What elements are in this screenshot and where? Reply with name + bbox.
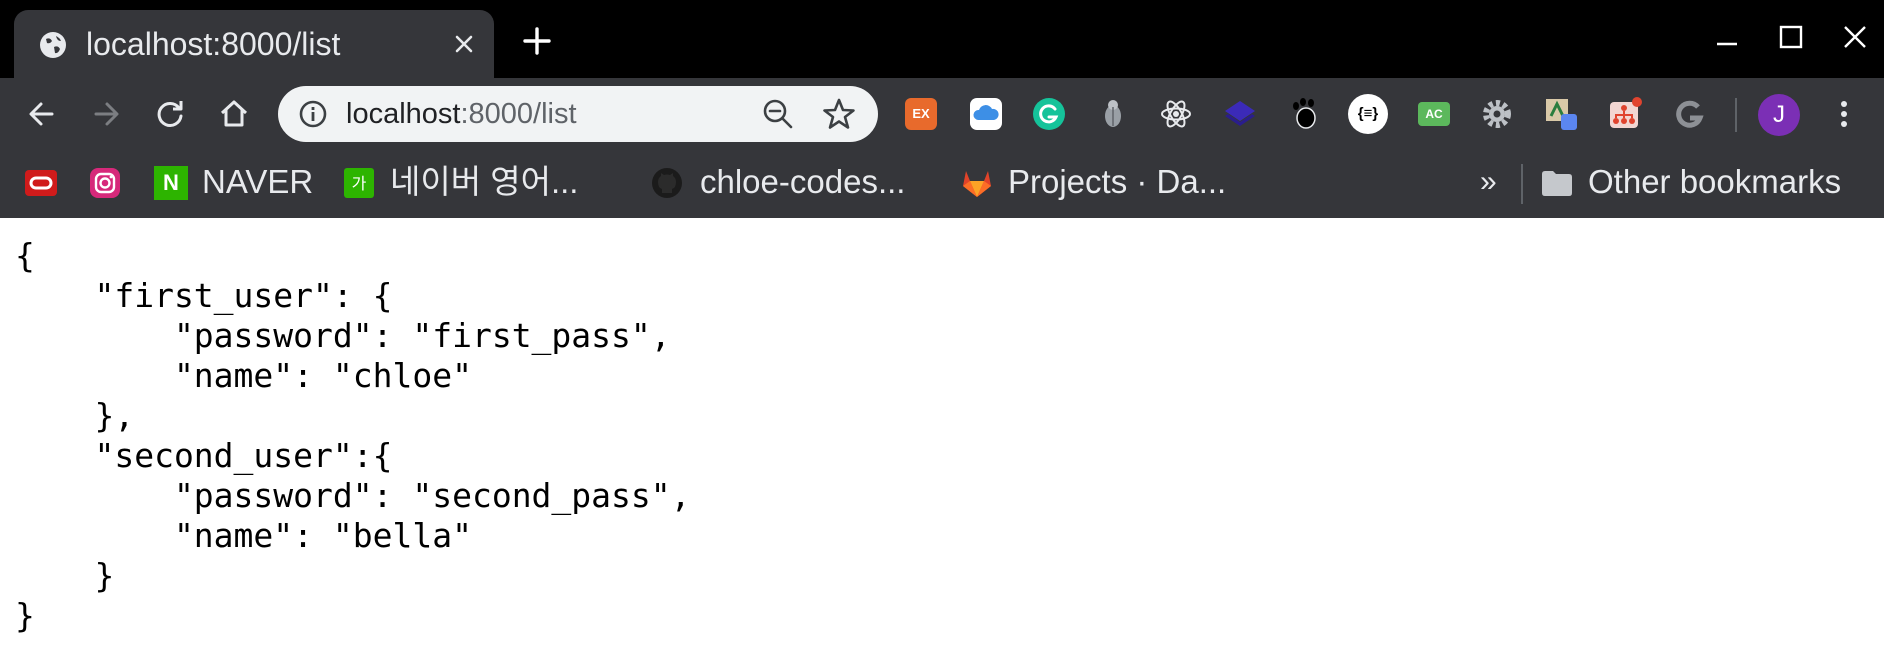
page-content: { "first_user": { "password": "first_pas… [0,218,1884,652]
grammarly-icon[interactable] [1031,96,1067,132]
bookmarks-bar: N NAVER 가 네이버 영어... chloe-codes... Proje… [0,152,1884,218]
home-icon[interactable] [216,96,252,132]
back-arrow-icon[interactable] [24,96,60,132]
icloud-icon[interactable] [968,96,1004,132]
bookmark-github[interactable]: chloe-codes... [650,162,930,202]
bookmark-gitlab[interactable]: Projects · Da... [960,162,1250,202]
gitlab-icon [963,171,991,197]
star-icon[interactable] [822,97,856,131]
bookmark-oracle[interactable] [24,162,64,202]
json-response-text: { "first_user": { "password": "first_pas… [15,236,691,635]
bookmark-github-label: chloe-codes... [700,163,906,200]
reload-icon[interactable] [152,96,188,132]
toolbar-divider [1735,98,1737,132]
bookmark-other-folder[interactable]: Other bookmarks [1540,162,1860,202]
bookmark-naver-label: NAVER [202,163,314,200]
profile-avatar[interactable]: J [1758,94,1800,136]
sitemap-extension-icon[interactable] [1607,96,1643,132]
url-host: localhost [346,98,461,130]
github-icon [652,168,682,198]
web-developer-icon[interactable] [1543,96,1579,132]
info-icon[interactable] [298,99,328,129]
browser-toolbar: localhost:8000/list EX {≡} AC J [0,78,1884,152]
globe-icon [40,32,66,58]
menu-kebab-icon[interactable] [1826,96,1862,132]
ac-extension-icon[interactable]: AC [1418,102,1450,126]
oracle-icon [25,170,57,196]
google-g-icon[interactable] [1671,96,1707,132]
other-bookmarks-label: Other bookmarks [1588,163,1842,200]
tab-active[interactable]: localhost:8000/list [14,10,494,78]
bookmark-naver-dictionary[interactable]: 가 네이버 영어... [344,162,604,202]
bookmarks-overflow-chevron[interactable]: » [1480,164,1497,200]
new-tab-icon[interactable] [522,26,552,56]
tab-strip: localhost:8000/list [0,0,1884,78]
maximize-icon[interactable] [1776,22,1806,52]
folder-icon [1542,171,1572,196]
bookmark-instagram[interactable] [88,162,128,202]
address-bar[interactable]: localhost:8000/list [278,86,878,142]
json-viewer-extension-icon[interactable]: {≡} [1348,94,1388,134]
tab-close-icon[interactable] [450,30,478,58]
bookmark-naver-dictionary-label: 네이버 영어... [390,163,579,200]
url-path: :8000/list [460,98,577,130]
instagram-icon [90,168,120,198]
react-devtools-icon[interactable] [1158,96,1194,132]
bug-extension-icon[interactable] [1095,96,1131,132]
gnome-paw-icon[interactable] [1286,96,1322,132]
naver-icon: N [154,166,188,200]
minimize-icon[interactable] [1712,22,1742,52]
dictionary-icon: 가 [344,168,374,198]
bookmark-gitlab-label: Projects · Da... [1008,163,1227,200]
ex-extension-icon[interactable]: EX [905,98,937,130]
bookmark-naver[interactable]: N NAVER [154,162,314,202]
gear-icon[interactable] [1479,96,1515,132]
url-text[interactable]: localhost:8000/list [346,96,577,132]
forward-arrow-icon[interactable] [88,96,124,132]
layers-extension-icon[interactable] [1222,96,1258,132]
close-window-icon[interactable] [1840,22,1870,52]
tab-title: localhost:8000/list [86,26,341,62]
zoom-out-icon[interactable] [762,98,794,130]
bookmarks-divider [1521,164,1523,204]
